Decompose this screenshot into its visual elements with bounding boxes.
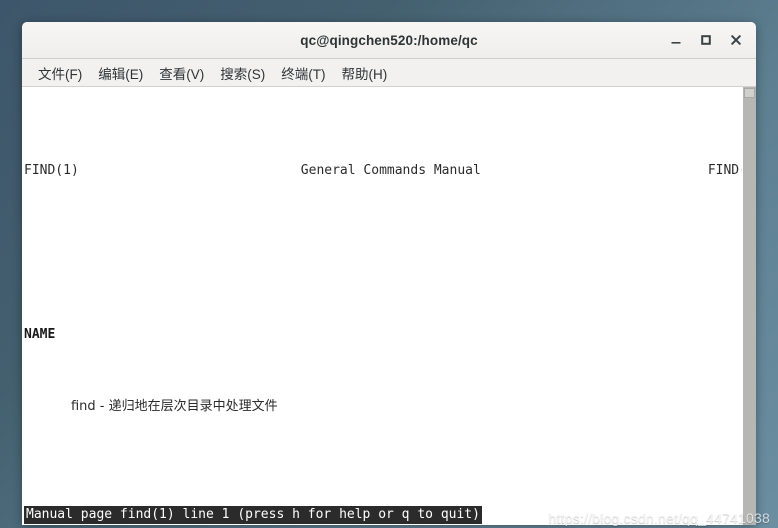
- menu-item-view[interactable]: 查看(V): [151, 60, 212, 86]
- terminal-window: qc@qingchen520:/home/qc 文件(F) 编辑(E) 查看(V…: [22, 22, 756, 525]
- blank-row: [24, 235, 742, 253]
- menubar: 文件(F) 编辑(E) 查看(V) 搜索(S) 终端(T) 帮助(H): [22, 59, 756, 87]
- maximize-button[interactable]: [692, 26, 720, 54]
- menu-item-help[interactable]: 帮助(H): [334, 60, 396, 86]
- window-controls: [662, 22, 750, 58]
- menu-item-file[interactable]: 文件(F): [30, 60, 90, 86]
- blank-row: [24, 471, 742, 489]
- window-titlebar[interactable]: qc@qingchen520:/home/qc: [22, 22, 756, 59]
- man-header-left: FIND(1): [24, 162, 79, 178]
- section-heading-name: NAME: [24, 326, 56, 342]
- terminal-screen[interactable]: FIND(1) General Commands Manual FIND(1) NA…: [22, 87, 742, 525]
- scrollbar-thumb[interactable]: [744, 88, 755, 98]
- window-title: qc@qingchen520:/home/qc: [300, 32, 478, 48]
- menu-item-edit[interactable]: 编辑(E): [90, 60, 151, 86]
- man-header-right: FIND(1): [707, 162, 742, 178]
- name-description: find - 递归地在层次目录中处理文件: [70, 399, 278, 415]
- man-page-content: FIND(1) General Commands Manual FIND(1) NA…: [22, 87, 742, 525]
- menu-item-terminal[interactable]: 终端(T): [273, 60, 333, 86]
- section-name-heading-row: NAME: [24, 326, 742, 344]
- man-header-center: General Commands Manual: [300, 162, 481, 178]
- terminal-scrollbar[interactable]: [742, 87, 756, 525]
- man-status-bar: Manual page find(1) line 1 (press h for …: [24, 506, 482, 524]
- section-name-body-row: find - 递归地在层次目录中处理文件: [24, 398, 742, 416]
- menu-item-search[interactable]: 搜索(S): [212, 60, 273, 86]
- terminal-area: FIND(1) General Commands Manual FIND(1) NA…: [22, 87, 756, 525]
- man-header-row: FIND(1) General Commands Manual FIND(1): [24, 162, 742, 180]
- minimize-button[interactable]: [662, 26, 690, 54]
- close-button[interactable]: [722, 26, 750, 54]
